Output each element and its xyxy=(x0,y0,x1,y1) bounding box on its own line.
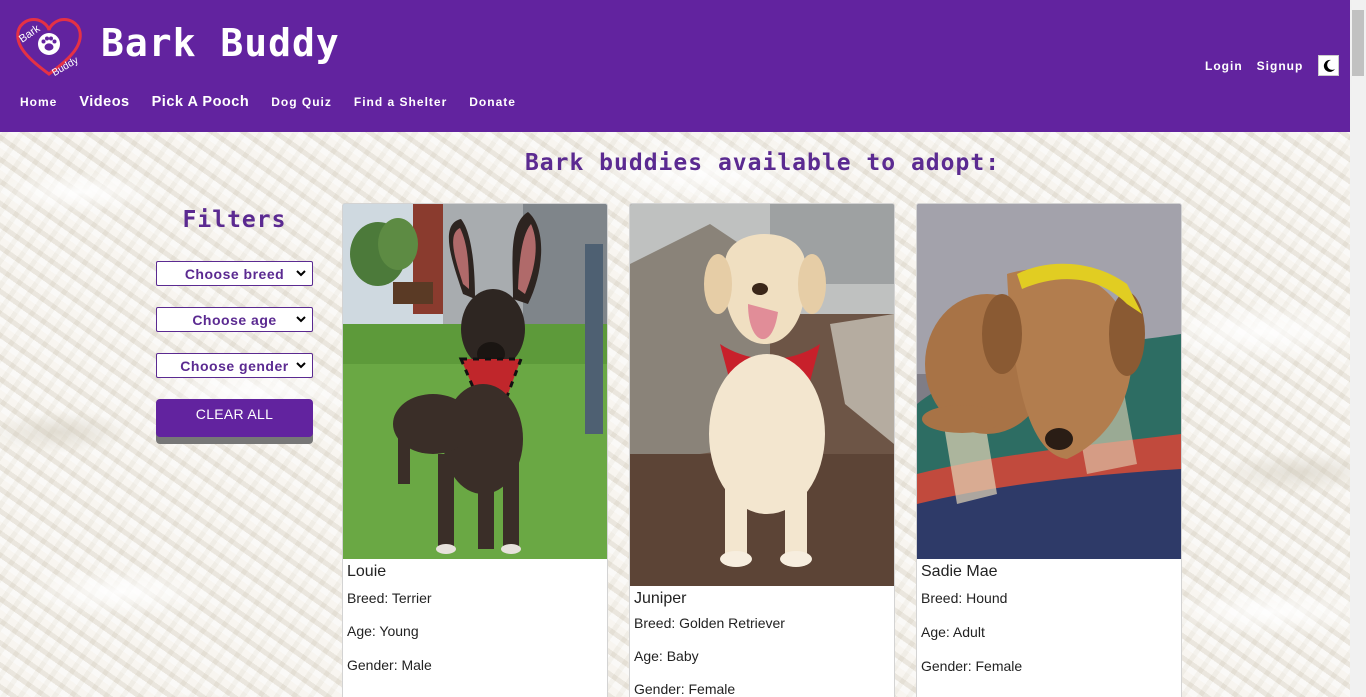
dog-gender: Gender: Female xyxy=(634,681,736,697)
dog-name: Sadie Mae xyxy=(921,563,998,580)
scrollbar-thumb[interactable] xyxy=(1352,10,1364,76)
vertical-scrollbar[interactable] xyxy=(1350,0,1366,697)
main-nav: Home Videos Pick A Pooch Dog Quiz Find a… xyxy=(20,94,538,110)
nav-donate[interactable]: Donate xyxy=(469,95,516,109)
theme-toggle-button[interactable] xyxy=(1318,55,1339,76)
nav-pick-a-pooch[interactable]: Pick A Pooch xyxy=(152,94,250,110)
dog-gender: Gender: Male xyxy=(347,657,432,673)
age-select[interactable]: Choose age xyxy=(156,307,313,332)
filters-title: Filters xyxy=(182,207,287,233)
chevron-down-icon xyxy=(296,316,306,323)
filters-panel: Filters Choose breed Choose age Choose g… xyxy=(156,207,313,437)
svg-text:Buddy: Buddy xyxy=(50,55,80,78)
logo[interactable]: Bark Buddy xyxy=(14,16,84,79)
page-heading: Bark buddies available to adopt: xyxy=(524,150,1001,176)
moon-icon xyxy=(1323,59,1335,72)
login-link[interactable]: Login xyxy=(1205,59,1243,73)
chevron-down-icon xyxy=(296,270,306,277)
nav-home[interactable]: Home xyxy=(20,95,57,109)
dog-gender: Gender: Female xyxy=(921,658,1023,674)
age-select-value: Choose age xyxy=(192,311,277,328)
clear-all-button[interactable]: CLEAR ALL xyxy=(156,399,313,437)
dog-age: Age: Young xyxy=(347,623,419,639)
dog-name: Juniper xyxy=(634,590,687,607)
dog-photo[interactable] xyxy=(917,204,1181,559)
site-title: Bark Buddy xyxy=(101,21,340,65)
dog-breed: Breed: Golden Retriever xyxy=(634,615,785,631)
dog-age: Age: Adult xyxy=(921,624,985,640)
dog-name: Louie xyxy=(347,563,387,580)
gender-select-value: Choose gender xyxy=(180,357,289,374)
nav-dog-quiz[interactable]: Dog Quiz xyxy=(271,95,332,109)
signup-link[interactable]: Signup xyxy=(1257,59,1304,73)
auth-links: Login Signup xyxy=(1205,59,1317,73)
breed-select[interactable]: Choose breed xyxy=(156,261,313,286)
site-header: Bark Buddy Bark Buddy Home Videos Pick A… xyxy=(0,0,1350,132)
dog-card-sadie-mae[interactable]: Sadie Mae Breed: Hound Age: Adult Gender… xyxy=(916,203,1182,697)
dog-card-juniper[interactable]: Juniper Breed: Golden Retriever Age: Bab… xyxy=(629,203,895,697)
nav-find-a-shelter[interactable]: Find a Shelter xyxy=(354,95,447,109)
dog-photo[interactable] xyxy=(343,204,607,559)
dog-breed: Breed: Terrier xyxy=(347,590,432,606)
dog-photo[interactable] xyxy=(630,204,894,586)
gender-select[interactable]: Choose gender xyxy=(156,353,313,378)
breed-select-value: Choose breed xyxy=(184,265,285,282)
chevron-down-icon xyxy=(296,362,306,369)
dog-card-louie[interactable]: Louie Breed: Terrier Age: Young Gender: … xyxy=(342,203,608,697)
nav-videos[interactable]: Videos xyxy=(79,94,129,110)
dog-age: Age: Baby xyxy=(634,648,699,664)
dog-breed: Breed: Hound xyxy=(921,590,1008,606)
